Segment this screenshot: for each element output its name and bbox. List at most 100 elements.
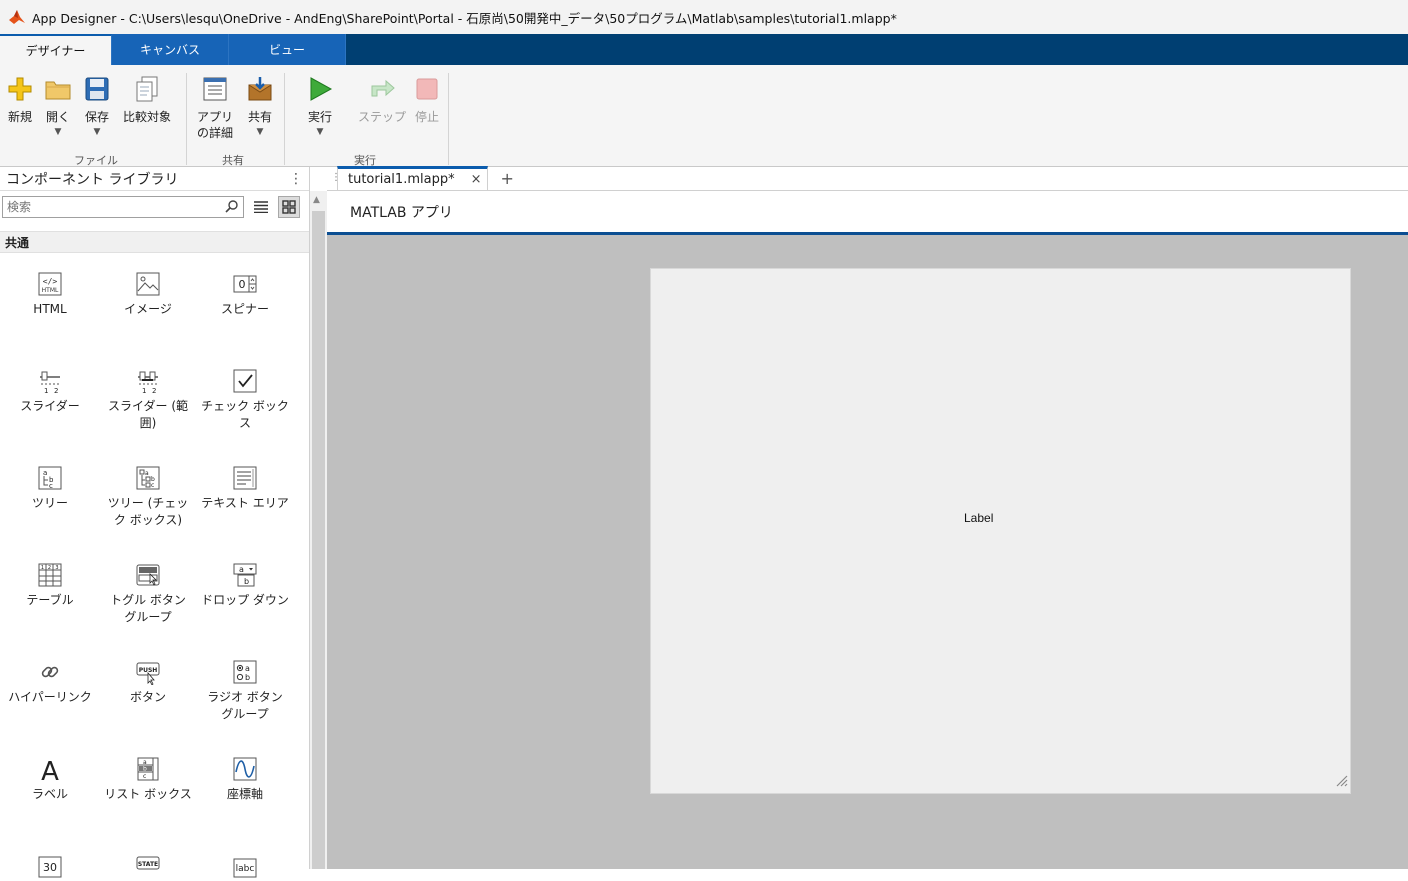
app-details-button[interactable]: アプリの詳細 (193, 73, 237, 141)
tab-view[interactable]: ビュー (229, 34, 346, 65)
svg-text:c: c (151, 482, 154, 489)
save-label: 保存 (84, 110, 109, 124)
app-details-label: アプリの詳細 (196, 110, 233, 140)
run-button[interactable]: 実行 ▼ (305, 73, 335, 137)
group-separator (448, 73, 449, 165)
component-button[interactable]: PUSH ボタン (99, 657, 197, 706)
component-slider[interactable]: 12 スライダー (1, 366, 99, 415)
scroll-up-arrow-icon[interactable]: ▲ (313, 195, 320, 205)
open-label: 開く (45, 110, 70, 124)
title-bar: App Designer - C:\Users\lesqu\OneDrive -… (0, 0, 1408, 34)
compare-button[interactable]: 比較対象 (123, 73, 171, 125)
play-icon (305, 73, 335, 105)
component-axes[interactable]: 座標軸 (196, 754, 294, 803)
component-text-area[interactable]: テキスト エリア (196, 463, 294, 512)
svg-text:a: a (245, 664, 250, 673)
component-state-button[interactable]: STATE (99, 851, 197, 881)
save-button[interactable]: 保存 ▼ (82, 73, 112, 137)
document-tabstrip: tutorial1.mlapp* × + (327, 166, 1408, 191)
component-edit-field[interactable]: labc (196, 851, 294, 881)
tab-canvas[interactable]: キャンバス (112, 34, 229, 65)
app-details-icon (200, 73, 230, 105)
tab-designer[interactable]: デザイナー (0, 34, 112, 65)
component-label-text: ラベル (31, 787, 68, 801)
toggle-button-group-icon (133, 560, 163, 590)
radio-button-group-icon: ab (230, 657, 260, 687)
new-plus-icon (5, 73, 35, 105)
state-icon-text: STATE (138, 861, 158, 868)
table-icon: 123 (35, 560, 65, 590)
axes-icon (230, 754, 260, 784)
open-button[interactable]: 開く ▼ (43, 73, 73, 137)
library-scrollbar[interactable]: ▲ (310, 191, 327, 869)
component-dropdown[interactable]: ab ドロップ ダウン (196, 560, 294, 609)
component-label: 座標軸 (226, 787, 263, 801)
component-label: ハイパーリンク (8, 690, 92, 704)
component-image[interactable]: イメージ (99, 269, 197, 318)
search-icon[interactable] (225, 198, 239, 217)
panel-grip-icon[interactable]: ⋮ (331, 172, 341, 183)
component-toggle-button-group[interactable]: トグル ボタン グループ (99, 560, 197, 626)
component-checkbox[interactable]: チェック ボックス (196, 366, 294, 432)
component-label[interactable]: A ラベル (1, 754, 99, 803)
ui-figure[interactable]: Label (650, 268, 1351, 794)
component-numeric-field[interactable]: 30 (1, 851, 99, 881)
component-range-slider[interactable]: 12 スライダー (範囲) (99, 366, 197, 432)
step-label: ステップ (358, 110, 407, 124)
spinner-icon: 0 (230, 269, 260, 299)
tree-icon: abc (35, 463, 65, 493)
component-label: スライダー (範囲) (107, 399, 189, 430)
list-view-icon[interactable] (250, 196, 272, 218)
component-checkbox-tree[interactable]: abc ツリー (チェック ボックス) (99, 463, 197, 529)
library-search-box[interactable] (2, 196, 244, 218)
component-label: スピナー (220, 302, 269, 316)
new-button[interactable]: 新規 (5, 73, 35, 125)
component-label: HTML (33, 302, 67, 316)
label-icon: A (35, 754, 65, 784)
section-header-common[interactable]: 共通 (0, 231, 309, 253)
component-radio-button-group[interactable]: ab ラジオ ボタン グループ (196, 657, 294, 723)
svg-text:c: c (49, 482, 53, 490)
design-canvas[interactable]: Label (327, 235, 1408, 869)
new-label: 新規 (7, 110, 32, 124)
component-table[interactable]: 123 テーブル (1, 560, 99, 609)
grid-view-icon[interactable] (278, 196, 300, 218)
stop-button[interactable]: 停止 (412, 73, 442, 125)
resize-grip-icon[interactable] (1334, 772, 1348, 791)
component-label: チェック ボックス (201, 399, 289, 430)
svg-text:2: 2 (48, 565, 51, 571)
close-icon[interactable]: × (471, 172, 482, 187)
share-dropdown-caret-icon[interactable]: ▼ (257, 127, 264, 137)
svg-text:a: a (239, 565, 244, 574)
svg-text:1: 1 (142, 387, 146, 394)
checkbox-tree-icon: abc (133, 463, 163, 493)
open-dropdown-caret-icon[interactable]: ▼ (55, 127, 62, 137)
label-component[interactable]: Label (964, 511, 993, 525)
range-slider-icon: 12 (133, 366, 163, 396)
add-tab-icon[interactable]: + (500, 166, 513, 190)
component-hyperlink[interactable]: ハイパーリンク (1, 657, 99, 706)
component-spinner[interactable]: 0 スピナー (196, 269, 294, 318)
scrollbar-thumb[interactable] (312, 211, 325, 869)
app-header: MATLAB アプリ (327, 191, 1408, 235)
state-button-icon: STATE (133, 851, 163, 881)
component-list-box[interactable]: abc リスト ボックス (99, 754, 197, 803)
svg-text:HTML: HTML (42, 287, 59, 294)
component-label: スライダー (20, 399, 80, 413)
svg-text:b: b (244, 577, 249, 586)
list-box-icon: abc (133, 754, 163, 784)
component-html[interactable]: </> HTML HTML (1, 269, 99, 318)
share-label: 共有 (247, 110, 272, 124)
component-tree[interactable]: abc ツリー (1, 463, 99, 512)
save-dropdown-caret-icon[interactable]: ▼ (94, 127, 101, 137)
more-options-icon[interactable]: ⋮ (289, 171, 303, 187)
share-button[interactable]: 共有 ▼ (245, 73, 275, 137)
svg-text:2: 2 (152, 387, 156, 394)
step-button[interactable]: ステップ (358, 73, 406, 125)
search-input[interactable] (7, 200, 225, 214)
window-title: App Designer - C:\Users\lesqu\OneDrive -… (32, 10, 897, 26)
checkbox-icon (230, 366, 260, 396)
document-tab[interactable]: tutorial1.mlapp* × (337, 166, 489, 190)
slider-icon: 12 (35, 366, 65, 396)
run-dropdown-caret-icon[interactable]: ▼ (317, 127, 324, 137)
